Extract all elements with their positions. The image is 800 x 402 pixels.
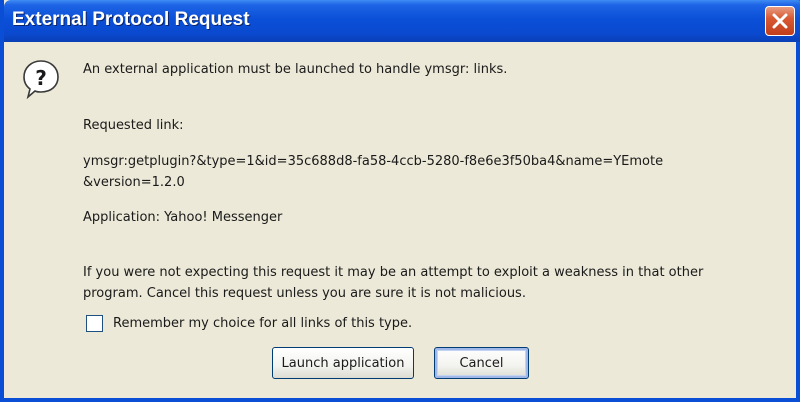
remember-choice-checkbox[interactable]: [86, 314, 103, 332]
requested-link-label: Requested link:: [83, 118, 184, 133]
warning-text-line-2: program. Cancel this request unless you …: [83, 286, 526, 301]
requested-link-line-2: &version=1.2.0: [83, 175, 185, 190]
remember-choice-label[interactable]: Remember my choice for all links of this…: [113, 316, 412, 331]
cancel-button[interactable]: Cancel: [434, 347, 529, 379]
launch-application-button[interactable]: Launch application: [272, 347, 414, 379]
dialog-message: An external application must be launched…: [83, 62, 508, 77]
question-icon: ?: [23, 60, 59, 100]
warning-text-line-1: If you were not expecting this request i…: [83, 265, 704, 280]
window-title: External Protocol Request: [12, 9, 250, 30]
svg-text:?: ?: [35, 66, 47, 90]
close-button[interactable]: [765, 6, 795, 36]
requested-link-line-1: ymsgr:getplugin?&type=1&id=35c688d8-fa58…: [83, 154, 664, 169]
title-bar[interactable]: External Protocol Request: [4, 0, 800, 42]
remember-choice-row[interactable]: Remember my choice for all links of this…: [86, 313, 412, 333]
application-name: Application: Yahoo! Messenger: [83, 210, 283, 225]
dialog-window: External Protocol Request ? An external …: [0, 0, 800, 402]
close-icon: [772, 13, 788, 29]
